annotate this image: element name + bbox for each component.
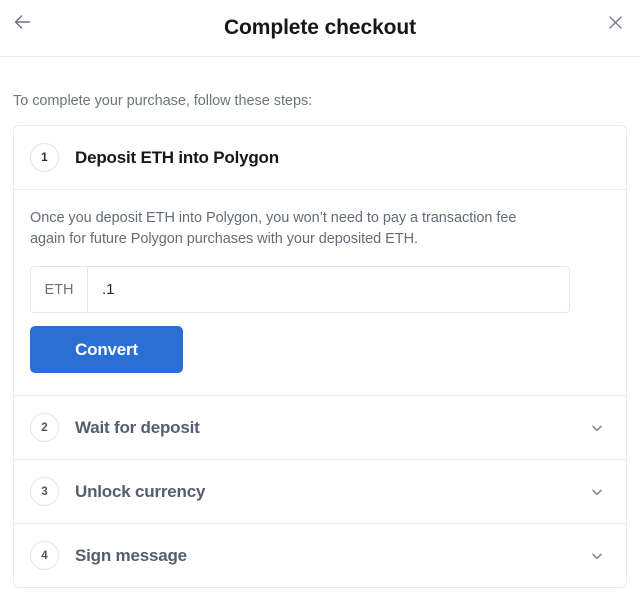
step-number-badge: 3 [30, 477, 59, 507]
step-header-1[interactable]: 1 Deposit ETH into Polygon [14, 126, 626, 189]
amount-input[interactable] [88, 267, 569, 313]
step-title: Unlock currency [75, 481, 206, 501]
back-button[interactable] [5, 5, 39, 39]
step-title: Deposit ETH into Polygon [75, 147, 279, 167]
close-icon [606, 13, 625, 32]
step-title: Sign message [75, 545, 187, 565]
step-header-4[interactable]: 4 Sign message [14, 524, 626, 587]
page-title: Complete checkout [223, 16, 416, 39]
modal-body: To complete your purchase, follow these … [0, 57, 640, 602]
step-number-badge: 4 [30, 541, 59, 571]
step-description: Once you deposit ETH into Polygon, you w… [30, 210, 517, 247]
step-number-badge: 2 [30, 413, 59, 443]
amount-field-group: ETH [30, 266, 570, 314]
chevron-down-icon[interactable] [586, 481, 608, 503]
currency-prefix-label: ETH [31, 267, 88, 313]
arrow-left-icon [11, 11, 33, 33]
step-item-4: 4 Sign message [14, 523, 626, 588]
steps-list: 1 Deposit ETH into Polygon Once you depo… [13, 125, 627, 589]
step-item-2: 2 Wait for deposit [14, 395, 626, 460]
step-item-3: 3 Unlock currency [14, 459, 626, 524]
chevron-down-icon[interactable] [586, 545, 608, 567]
close-button[interactable] [598, 5, 632, 39]
step-item-1: 1 Deposit ETH into Polygon Once you depo… [14, 126, 626, 396]
step-header-2[interactable]: 2 Wait for deposit [14, 396, 626, 459]
convert-button[interactable]: Convert [30, 326, 183, 374]
step-number-badge: 1 [30, 143, 59, 172]
checkout-modal: Complete checkout To complete your purch… [0, 0, 640, 602]
modal-header: Complete checkout [0, 0, 640, 57]
step-title: Wait for deposit [75, 417, 200, 437]
chevron-down-icon[interactable] [586, 417, 608, 439]
intro-text: To complete your purchase, follow these … [13, 93, 313, 109]
step-content-1: Once you deposit ETH into Polygon, you w… [14, 189, 626, 395]
step-header-3[interactable]: 3 Unlock currency [14, 460, 626, 523]
